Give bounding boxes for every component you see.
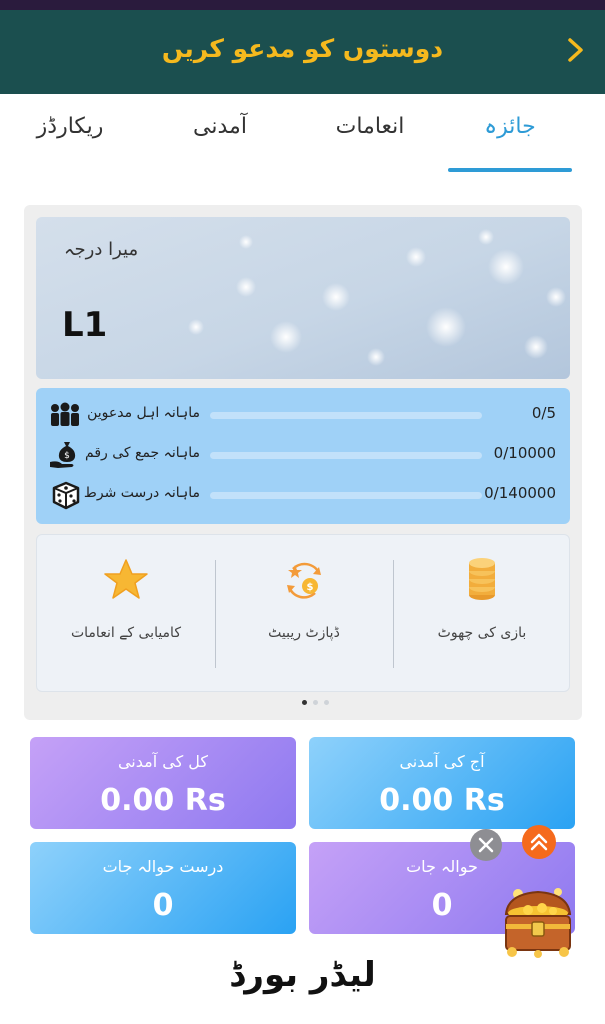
progress-track [210,412,482,419]
feature-label: ڈپازٹ ریبیٹ [268,625,340,641]
star-icon [104,559,148,599]
progress-label: ماہانہ اہل مدعوین [87,405,200,421]
tab-income[interactable]: آمدنی [180,114,260,139]
back-chevron-icon[interactable] [561,30,591,70]
progress-row-deposit: $ ماہانہ جمع کی رقم 0/10000 [36,440,570,470]
feature-achievement-rewards[interactable]: کامیابی کے انعامات [37,535,215,693]
feature-carousel: کامیابی کے انعامات $ ڈپازٹ ریبیٹ بازی کی… [36,534,570,692]
stat-value: 0.00 Rs [379,783,505,818]
level-value: L1 [62,305,108,345]
scroll-up-icon[interactable] [522,825,556,859]
deposit-rebate-icon: $ [287,562,321,599]
progress-row-invitees: ماہانہ اہل مدعوین 0/5 [36,400,570,430]
stat-label: حوالہ جات [406,857,478,876]
progress-value: 0/10000 [493,444,556,462]
stat-total-income: کل کی آمدنی 0.00 Rs [30,737,296,829]
progress-label: ماہانہ درست شرط [83,485,200,501]
monthly-progress-panel: ماہانہ اہل مدعوین 0/5 $ ماہانہ جمع کی رق… [36,388,570,524]
active-tab-indicator [448,168,572,172]
coin-stack-icon [469,558,495,600]
stat-today-income: آج کی آمدنی 0.00 Rs [309,737,575,829]
carousel-dot[interactable] [313,700,318,705]
feature-deposit-rebate[interactable]: $ ڈپازٹ ریبیٹ [215,535,393,693]
stat-label: درست حوالہ جات [102,857,224,876]
carousel-dot[interactable] [324,700,329,705]
top-bar: دوستوں کو مدعو کریں [0,10,605,94]
tab-rewards[interactable]: انعامات [330,114,410,139]
stat-valid-referrals: درست حوالہ جات 0 [30,842,296,934]
feature-label: کامیابی کے انعامات [70,625,181,641]
tab-bar: جائزہ انعامات آمدنی ریکارڈز [0,94,605,176]
tab-records[interactable]: ریکارڈز [20,114,120,139]
feature-label: بازی کی چھوٹ [437,625,527,641]
treasure-chest-icon[interactable] [498,880,578,960]
level-label: میرا درجہ [64,239,139,260]
progress-row-bet: ماہانہ درست شرط 0/140000 [36,480,570,510]
dice-icon [52,481,80,510]
svg-text:$: $ [307,582,314,593]
svg-text:$: $ [64,451,70,461]
tab-overview[interactable]: جائزہ [470,114,550,139]
stat-value: 0.00 Rs [100,783,226,818]
money-bag-hand-icon: $ [50,442,76,468]
progress-value: 0/140000 [484,484,556,502]
level-card: میرا درجہ L1 [36,217,570,379]
progress-label: ماہانہ جمع کی رقم [85,445,200,461]
stat-label: کل کی آمدنی [117,752,209,771]
carousel-dot-active[interactable] [302,700,307,705]
stat-value: 0 [152,888,174,923]
progress-track [210,492,482,499]
progress-value: 0/5 [531,404,556,422]
progress-track [210,452,482,459]
status-strip [0,0,605,10]
carousel-dots [296,700,336,708]
leaderboard-title: لیڈر بورڈ [229,955,376,995]
page-title: دوستوں کو مدعو کریں [161,34,444,63]
close-icon[interactable] [470,829,502,861]
people-group-icon [51,402,79,426]
stat-label: آج کی آمدنی [399,752,485,771]
feature-betting-discount[interactable]: بازی کی چھوٹ [393,535,571,693]
